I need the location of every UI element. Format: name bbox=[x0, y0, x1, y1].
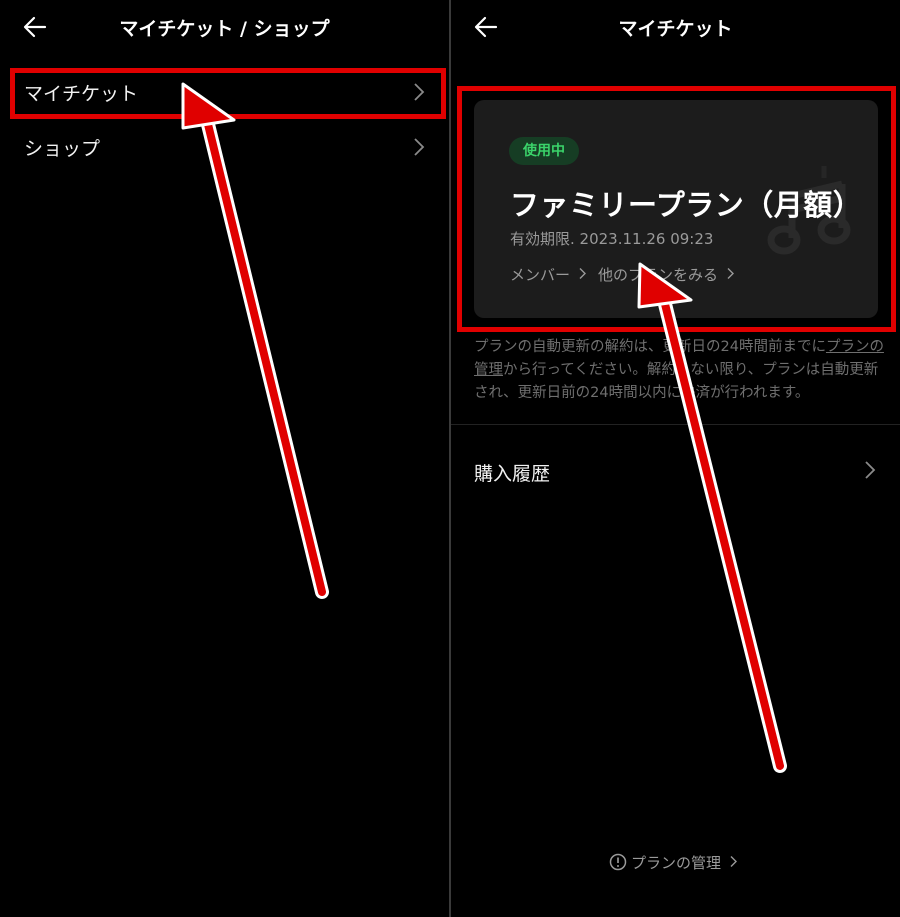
note-text: プランの自動更新の解約は、更新日の24時間前までに bbox=[474, 339, 826, 355]
info-circle-icon bbox=[609, 853, 627, 871]
auto-renew-note: プランの自動更新の解約は、更新日の24時間前までにプランの管理から行ってください… bbox=[474, 336, 884, 405]
note-text: から行ってください。解約しない限り、プランは自動更新され、更新日前の24時間以内… bbox=[474, 362, 879, 401]
plan-manage-label: プランの管理 bbox=[631, 854, 722, 872]
menu-item-label: ショップ bbox=[24, 138, 101, 160]
left-screen: マイチケット / ショップ マイチケット ショップ bbox=[0, 0, 449, 917]
page-title: マイチケット bbox=[618, 18, 733, 40]
page-title: マイチケット / ショップ bbox=[119, 18, 330, 40]
section-divider bbox=[451, 424, 900, 425]
chevron-right-icon bbox=[414, 138, 425, 156]
highlight-box bbox=[10, 68, 446, 119]
purchase-history-item[interactable]: 購入履歴 bbox=[474, 459, 550, 486]
highlight-box bbox=[457, 86, 896, 332]
chevron-right-icon bbox=[865, 461, 876, 479]
menu-item-shop[interactable]: ショップ bbox=[0, 122, 449, 172]
plan-manage-button[interactable]: プランの管理 bbox=[609, 852, 738, 873]
chevron-right-icon bbox=[730, 856, 737, 867]
right-screen: マイチケット 使用中 ファミリープラン（月額） 有効期限. 2023.11.26… bbox=[451, 0, 900, 917]
